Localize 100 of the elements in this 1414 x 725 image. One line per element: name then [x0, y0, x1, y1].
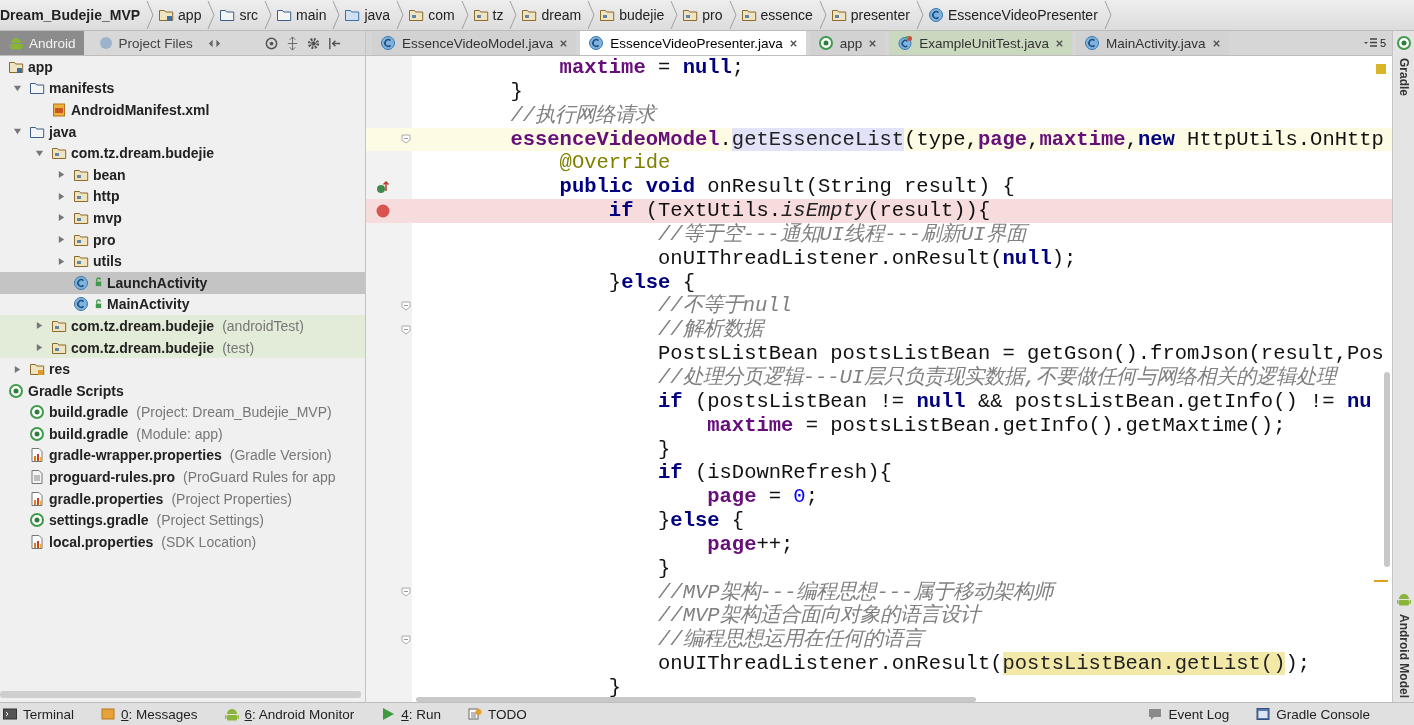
settings-icon[interactable] — [305, 35, 321, 51]
disclosure-arrow-icon[interactable] — [56, 256, 66, 266]
chevron-icon — [509, 0, 518, 30]
tree-item[interactable]: pro — [0, 228, 365, 251]
breadcrumb[interactable]: src — [215, 4, 265, 26]
disclosure-arrow-icon[interactable] — [56, 235, 66, 245]
disclosure-arrow-icon[interactable] — [56, 213, 66, 223]
code-line: } — [658, 437, 671, 461]
tree-item[interactable]: app — [0, 56, 365, 78]
breadcrumb[interactable]: main — [272, 4, 333, 26]
tree-item[interactable]: java — [0, 120, 365, 143]
tree-item[interactable]: build.gradle (Module: app) — [0, 423, 365, 445]
tree-item[interactable]: Gradle Scripts — [0, 379, 365, 402]
android-icon — [8, 35, 24, 51]
override-icon[interactable] — [376, 180, 390, 195]
close-icon[interactable] — [868, 38, 878, 48]
tree-item[interactable]: settings.gradle (Project Settings) — [0, 509, 365, 532]
tree-item[interactable]: AndroidManifest.xml — [0, 99, 365, 121]
tree-item[interactable]: bean — [0, 163, 365, 186]
tree-item[interactable]: res — [0, 358, 365, 380]
close-icon[interactable] — [1055, 38, 1065, 48]
chevron-icon — [460, 0, 469, 30]
fold-icon[interactable] — [401, 325, 411, 336]
chevron-icon — [1103, 0, 1112, 30]
disclosure-arrow-icon[interactable] — [56, 191, 66, 201]
hide-panel-icon[interactable] — [326, 35, 342, 51]
fold-icon[interactable] — [401, 301, 411, 312]
editor-tab[interactable]: ExampleUnitTest.java — [889, 31, 1073, 55]
view-tab[interactable]: Project Files — [89, 31, 201, 55]
breadcrumb[interactable]: EssenceVideoPresenter — [923, 4, 1104, 26]
scrollbar[interactable] — [1384, 372, 1390, 567]
disclosure-arrow-icon[interactable] — [12, 127, 22, 137]
tree-item[interactable]: com.tz.dream.budejie (test) — [0, 336, 365, 359]
chevron-icon — [915, 0, 924, 30]
tool-window-tab[interactable]: Android Model — [1396, 610, 1411, 702]
breadcrumb[interactable]: presenter — [826, 4, 916, 26]
tool-window-button[interactable]: 6: Android Monitor — [221, 703, 365, 725]
tree-item[interactable]: proguard-rules.pro (ProGuard Rules for app — [0, 466, 365, 488]
tree-item[interactable]: build.gradle (Project: Dream_Budejie_MVP) — [0, 401, 365, 424]
tree-item[interactable]: gradle-wrapper.properties (Gradle Version) — [0, 444, 365, 467]
tool-window-button[interactable]: 0: Messages — [98, 703, 208, 725]
fold-icon[interactable] — [401, 635, 411, 646]
breadcrumb[interactable]: app — [154, 4, 208, 26]
disclosure-arrow-icon[interactable] — [56, 170, 66, 180]
breadcrumb[interactable]: java — [340, 4, 397, 26]
package-icon — [73, 188, 89, 205]
editor-tab[interactable]: EssenceVideoPresenter.java — [580, 31, 806, 55]
tree-item[interactable]: local.properties (SDK Location) — [0, 531, 365, 553]
code-line: PostsListBean postsListBean = getGson().fromJson(result,Pos — [658, 342, 1384, 366]
close-icon[interactable] — [1211, 38, 1221, 48]
tool-window-button[interactable]: 4: Run — [378, 703, 451, 725]
breadcrumb[interactable]: Dream_Budejie_MVP — [0, 4, 147, 26]
breadcrumb[interactable]: dream — [517, 4, 588, 26]
breakpoint-icon[interactable] — [376, 204, 390, 218]
package-icon — [521, 7, 538, 23]
disclosure-arrow-icon[interactable] — [12, 83, 22, 93]
disclosure-arrow-icon[interactable] — [34, 321, 44, 331]
tree-item[interactable]: LaunchActivity — [0, 271, 365, 294]
disclosure-arrow-icon[interactable] — [12, 364, 22, 374]
android-icon — [223, 706, 240, 722]
breadcrumb[interactable]: essence — [736, 4, 819, 26]
chevron-icon — [332, 0, 341, 30]
tool-window-button[interactable]: Event Log — [1145, 703, 1240, 725]
tree-item[interactable]: utils — [0, 250, 365, 272]
scrollbar[interactable] — [0, 691, 361, 698]
tool-window-button[interactable]: Terminal — [0, 703, 84, 725]
close-icon[interactable] — [788, 38, 798, 48]
code-line: } — [608, 675, 622, 699]
disclosure-arrow-icon[interactable] — [34, 343, 44, 352]
fold-icon[interactable] — [401, 134, 411, 145]
editor-tab[interactable]: MainActivity.java — [1076, 31, 1229, 55]
tree-item[interactable]: com.tz.dream.budejie (androidTest) — [0, 315, 365, 337]
tree-item[interactable]: gradle.properties (Project Properties) — [0, 487, 365, 510]
tree-item[interactable]: manifests — [0, 77, 365, 100]
warning-marker[interactable] — [1376, 64, 1386, 74]
close-icon[interactable] — [559, 38, 569, 48]
tree-item[interactable]: http — [0, 185, 365, 208]
package-icon — [408, 7, 425, 23]
scrollbar[interactable] — [416, 697, 976, 702]
messages-icon — [100, 706, 116, 722]
tree-item[interactable]: mvp — [0, 207, 365, 229]
breadcrumb[interactable]: budejie — [595, 4, 671, 26]
code-line: } — [510, 79, 523, 103]
breadcrumb[interactable]: tz — [468, 4, 510, 26]
tree-item[interactable]: com.tz.dream.budejie — [0, 142, 365, 164]
tool-window-button[interactable]: TODO — [464, 703, 537, 725]
tree-item[interactable]: MainActivity — [0, 293, 365, 316]
tool-window-tab[interactable]: Gradle — [1396, 54, 1411, 100]
editor-tab[interactable]: app — [809, 31, 886, 55]
hidden-tabs-button[interactable]: 5 — [1357, 31, 1392, 55]
breadcrumb[interactable]: com — [404, 4, 461, 26]
target-icon[interactable] — [263, 35, 279, 51]
disclosure-arrow-icon[interactable] — [34, 148, 44, 158]
fold-icon[interactable] — [401, 587, 411, 598]
lock-icon — [94, 277, 103, 289]
test-class-icon — [897, 35, 914, 51]
tool-window-button[interactable]: Gradle Console — [1253, 703, 1380, 725]
editor-tab[interactable]: EssenceVideoModel.java — [372, 31, 577, 55]
todo-icon — [466, 706, 483, 722]
breadcrumb[interactable]: pro — [678, 4, 729, 26]
